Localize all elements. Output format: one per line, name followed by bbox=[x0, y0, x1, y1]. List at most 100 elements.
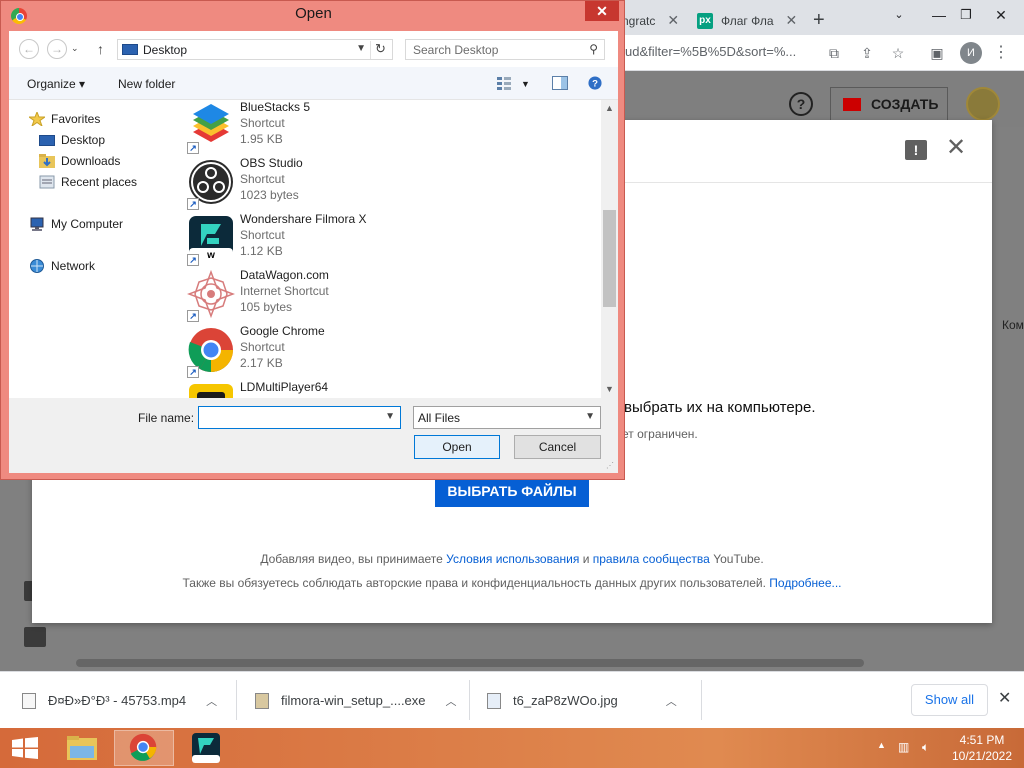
close-window-icon[interactable]: ✕ bbox=[978, 0, 1024, 30]
share-icon[interactable]: ⇪ bbox=[856, 42, 878, 64]
download-item[interactable]: filmora-win_setup_....exe ︿ bbox=[255, 672, 457, 729]
volume-icon[interactable]: 🔈︎ bbox=[922, 740, 929, 755]
learn-more-link[interactable]: Подробнее... bbox=[769, 576, 841, 590]
show-hidden-icons[interactable]: ▲ bbox=[877, 740, 886, 750]
nav-item-desktop[interactable]: Desktop bbox=[39, 133, 105, 147]
file-type-select[interactable]: All Files ▼ bbox=[413, 406, 601, 429]
create-button[interactable]: СОЗДАТЬ bbox=[830, 87, 948, 121]
side-column-label: Ком bbox=[1002, 318, 1024, 332]
filmora-taskbar-icon[interactable] bbox=[176, 730, 236, 766]
open-button[interactable]: Open bbox=[414, 435, 500, 459]
show-all-button[interactable]: Show all bbox=[911, 684, 988, 716]
new-folder-button[interactable]: New folder bbox=[118, 77, 175, 91]
nav-item-my-computer[interactable]: My Computer bbox=[29, 217, 123, 231]
view-dropdown-icon[interactable]: ▼ bbox=[521, 79, 530, 89]
address-bar[interactable]: Desktop ▼ ↻ bbox=[117, 39, 393, 60]
profile-avatar[interactable]: И bbox=[960, 42, 982, 64]
browser-tab[interactable]: ngratс ✕ bbox=[622, 6, 679, 35]
download-item[interactable]: Ð¤Ð»Ð°Ð³ - 45753.mp4 ︿ bbox=[22, 672, 217, 729]
chevron-up-icon[interactable]: ︿ bbox=[666, 693, 677, 709]
svg-text:?: ? bbox=[592, 79, 598, 90]
chrome-menu-icon[interactable]: ⋮ bbox=[990, 42, 1012, 64]
new-tab-button[interactable]: + bbox=[813, 6, 825, 35]
download-item[interactable]: t6_zaP8zWOo.jpg ︿ bbox=[487, 672, 677, 729]
computer-icon bbox=[30, 217, 44, 231]
file-type-dropdown-icon: ▼ bbox=[585, 411, 595, 422]
scroll-down-icon[interactable]: ▼ bbox=[601, 381, 618, 398]
chevron-up-icon[interactable]: ︿ bbox=[206, 693, 217, 709]
address-text: Desktop bbox=[143, 42, 188, 57]
list-item[interactable]: ↗ DataWagon.com Internet Shortcut 105 by… bbox=[187, 266, 567, 322]
vertical-scrollbar[interactable]: ▲ ▼ bbox=[601, 100, 618, 398]
list-item[interactable]: LDMultiPlayer64 bbox=[187, 378, 567, 398]
file-size: 105 bytes bbox=[240, 300, 293, 314]
nav-item-network[interactable]: Network bbox=[29, 259, 95, 273]
close-tab-icon[interactable]: ✕ bbox=[667, 12, 679, 29]
close-icon[interactable]: ✕ bbox=[585, 1, 619, 21]
close-tab-icon[interactable]: ✕ bbox=[786, 12, 798, 29]
terms-line-2: Также вы обязуетесь соблюдать авторские … bbox=[32, 576, 992, 590]
divider bbox=[469, 680, 470, 720]
file-type: Shortcut bbox=[240, 172, 285, 186]
community-guidelines-link[interactable]: правила сообщества bbox=[593, 552, 710, 566]
view-options-icon[interactable] bbox=[496, 76, 512, 90]
file-size: 2.17 KB bbox=[240, 356, 283, 370]
list-item[interactable]: w ↗ Wondershare Filmora X Shortcut 1.12 … bbox=[187, 210, 567, 266]
terms-of-service-link[interactable]: Условия использования bbox=[446, 552, 579, 566]
translate-icon[interactable]: ⧉ bbox=[823, 42, 845, 64]
shortcut-arrow-icon: ↗ bbox=[187, 198, 199, 210]
refresh-icon[interactable]: ↻ bbox=[370, 41, 390, 59]
windows-start-icon[interactable] bbox=[10, 737, 40, 759]
omnibox[interactable]: ud&filter=%5B%5D&sort=%... bbox=[625, 44, 796, 59]
file-name: BlueStacks 5 bbox=[240, 100, 311, 114]
file-explorer-icon[interactable] bbox=[52, 730, 112, 766]
terms-line-1: Добавляя видео, вы принимаете Условия ис… bbox=[32, 552, 992, 566]
nav-item-favorites[interactable]: Favorites bbox=[29, 112, 100, 126]
close-dialog-icon[interactable]: ✕ bbox=[944, 136, 968, 160]
nav-label: Recent places bbox=[61, 175, 138, 189]
network-tray-icon[interactable]: ▥ bbox=[898, 740, 909, 754]
sidebar-feedback-icon[interactable] bbox=[24, 627, 46, 647]
video-file-icon bbox=[22, 692, 36, 709]
clock[interactable]: 4:51 PM 10/21/2022 bbox=[944, 732, 1020, 764]
side-panel-icon[interactable]: ▣ bbox=[926, 42, 948, 64]
chevron-up-icon[interactable]: ︿ bbox=[446, 693, 457, 709]
recent-locations-chevron-icon[interactable]: ⌄ bbox=[71, 43, 79, 54]
list-item[interactable]: ↗ BlueStacks 5 Shortcut 1.95 KB bbox=[187, 100, 567, 154]
forward-arrow-icon[interactable]: → bbox=[47, 39, 67, 59]
shortcut-arrow-icon: ↗ bbox=[187, 254, 199, 266]
bookmark-star-icon[interactable]: ☆ bbox=[887, 42, 909, 64]
help-icon[interactable]: ? bbox=[587, 76, 603, 90]
image-file-icon bbox=[487, 692, 501, 709]
cancel-button[interactable]: Cancel bbox=[514, 435, 601, 459]
file-size: 1.95 KB bbox=[240, 132, 283, 146]
help-icon[interactable]: ? bbox=[789, 92, 813, 116]
resize-grip-icon[interactable]: ⋰ bbox=[606, 461, 616, 471]
scroll-up-icon[interactable]: ▲ bbox=[601, 100, 618, 117]
list-item[interactable]: ↗ OBS Studio Shortcut 1023 bytes bbox=[187, 154, 567, 210]
scrollbar-thumb[interactable] bbox=[603, 210, 616, 307]
file-name-label: File name: bbox=[138, 411, 195, 425]
close-icon[interactable]: ✕ bbox=[998, 688, 1011, 708]
address-dropdown-icon[interactable]: ▼ bbox=[356, 43, 366, 54]
file-type: Shortcut bbox=[240, 340, 285, 354]
preview-pane-icon[interactable] bbox=[552, 76, 568, 90]
browser-tab[interactable]: px Флаг Фла ✕ bbox=[697, 6, 797, 35]
recent-places-icon bbox=[39, 175, 55, 189]
back-arrow-icon[interactable]: ← bbox=[19, 39, 39, 59]
downloads-bar: Ð¤Ð»Ð°Ð³ - 45753.mp4 ︿ filmora-win_setup… bbox=[0, 671, 1024, 728]
folder-icon bbox=[67, 736, 97, 760]
feedback-icon[interactable]: ! bbox=[905, 140, 927, 160]
search-input[interactable]: Search Desktop ⚲ bbox=[405, 39, 605, 60]
horizontal-scrollbar[interactable] bbox=[76, 659, 864, 667]
nav-item-recent-places[interactable]: Recent places bbox=[39, 175, 137, 189]
file-name-input[interactable]: ▼ bbox=[198, 406, 401, 429]
list-item[interactable]: ↗ Google Chrome Shortcut 2.17 KB bbox=[187, 322, 567, 378]
up-arrow-icon[interactable]: ↑ bbox=[97, 41, 104, 57]
download-name: t6_zaP8zWOo.jpg bbox=[513, 693, 618, 708]
organize-button[interactable]: Organize ▾ bbox=[27, 77, 85, 91]
channel-avatar[interactable] bbox=[966, 87, 1000, 121]
file-name-dropdown-icon[interactable]: ▼ bbox=[385, 411, 395, 422]
chrome-taskbar-icon[interactable] bbox=[114, 730, 174, 766]
nav-item-downloads[interactable]: Downloads bbox=[39, 154, 120, 168]
